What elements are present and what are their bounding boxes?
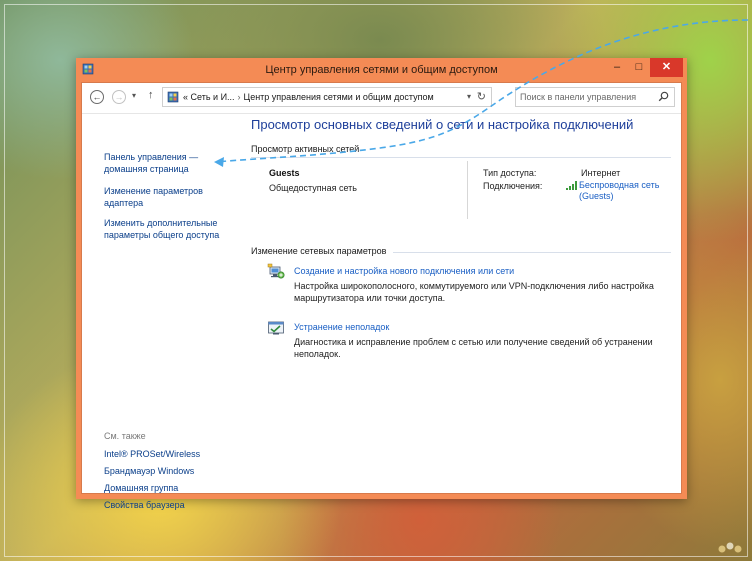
address-toolbar: ← → ▾ ↑ « Сеть и И... › Центр управления с… bbox=[82, 83, 681, 114]
breadcrumb-separator[interactable]: › bbox=[235, 92, 244, 102]
sidebar: Панель управления — домашняя страница Из… bbox=[82, 113, 232, 510]
window-content: ← → ▾ ↑ « Сеть и И... › Центр управления с… bbox=[81, 82, 682, 510]
task-link-new-connection[interactable]: Создание и настройка нового подключения … bbox=[294, 266, 514, 276]
breadcrumb-prefix[interactable]: « bbox=[183, 92, 188, 102]
search-icon[interactable] bbox=[658, 91, 669, 102]
connections-label: Подключения: bbox=[483, 181, 543, 191]
sidebar-link-control-panel-home[interactable]: Панель управления — домашняя страница bbox=[104, 151, 229, 175]
recent-locations-dropdown[interactable]: ▾ bbox=[132, 91, 136, 100]
maximize-button[interactable]: □ bbox=[628, 58, 650, 77]
minimize-button[interactable]: – bbox=[606, 58, 628, 77]
close-button[interactable]: ✕ bbox=[650, 58, 683, 77]
main-panel: Просмотр основных сведений о сети и наст… bbox=[247, 113, 677, 493]
network-type-link[interactable]: Общедоступная сеть bbox=[269, 183, 357, 193]
desktop-background: Центр управления сетями и общим доступом… bbox=[0, 0, 752, 561]
wireless-signal-icon bbox=[566, 181, 577, 190]
path-dropdown-button[interactable]: ▾ bbox=[467, 92, 471, 101]
active-networks-label: Просмотр активных сетей bbox=[251, 144, 360, 154]
sidebar-link-advanced-sharing-settings[interactable]: Изменить дополнительные параметры общего… bbox=[104, 217, 229, 241]
see-also-link-firewall[interactable]: Брандмауэр Windows bbox=[104, 466, 194, 476]
sidebar-link-change-adapter-settings[interactable]: Изменение параметров адаптера bbox=[104, 185, 229, 209]
corner-logo-icon bbox=[718, 542, 742, 553]
task-description-troubleshoot: Диагностика и исправление проблем с сеть… bbox=[294, 337, 653, 359]
task-description-new-connection: Настройка широкополосного, коммутируемог… bbox=[294, 281, 654, 303]
forward-button[interactable]: → bbox=[112, 90, 126, 104]
section-divider bbox=[251, 157, 671, 158]
wireless-connection-link[interactable]: Беспроводная сеть (Guests) bbox=[579, 180, 679, 202]
see-also-link-homegroup[interactable]: Домашняя группа bbox=[104, 483, 178, 493]
see-also-link-browser-properties[interactable]: Свойства браузера bbox=[104, 500, 185, 510]
task-link-troubleshoot[interactable]: Устранение неполадок bbox=[294, 322, 389, 332]
see-also-link-intel-proset[interactable]: Intel® PROSet/Wireless bbox=[104, 449, 200, 459]
address-bar[interactable]: « Сеть и И... › Центр управления сетями и … bbox=[162, 87, 492, 107]
troubleshoot-icon bbox=[268, 321, 284, 335]
up-button[interactable]: ↑ bbox=[148, 89, 154, 101]
title-bar[interactable]: Центр управления сетями и общим доступом… bbox=[76, 58, 687, 82]
search-box bbox=[515, 87, 675, 107]
network-setup-icon bbox=[267, 263, 285, 279]
breadcrumb-current[interactable]: Центр управления сетями и общим доступом bbox=[244, 92, 434, 102]
vertical-divider bbox=[467, 161, 468, 219]
breadcrumb: « Сеть и И... › Центр управления сетями и … bbox=[183, 92, 434, 102]
back-button[interactable]: ← bbox=[90, 90, 104, 104]
section-divider bbox=[393, 252, 671, 253]
network-center-window: Центр управления сетями и общим доступом… bbox=[76, 58, 687, 510]
search-input[interactable] bbox=[520, 90, 650, 104]
access-type-value: Интернет bbox=[581, 168, 621, 178]
breadcrumb-parent[interactable]: Сеть и И... bbox=[191, 92, 235, 102]
change-network-settings-label: Изменение сетевых параметров bbox=[251, 246, 387, 256]
access-type-label: Тип доступа: bbox=[483, 168, 537, 178]
control-panel-icon bbox=[167, 91, 179, 103]
window-title: Центр управления сетями и общим доступом bbox=[265, 64, 498, 76]
network-name: Guests bbox=[269, 168, 300, 178]
page-title: Просмотр основных сведений о сети и наст… bbox=[251, 117, 634, 132]
refresh-button[interactable]: ↻ bbox=[477, 90, 486, 103]
see-also-heading: См. также bbox=[104, 431, 146, 441]
